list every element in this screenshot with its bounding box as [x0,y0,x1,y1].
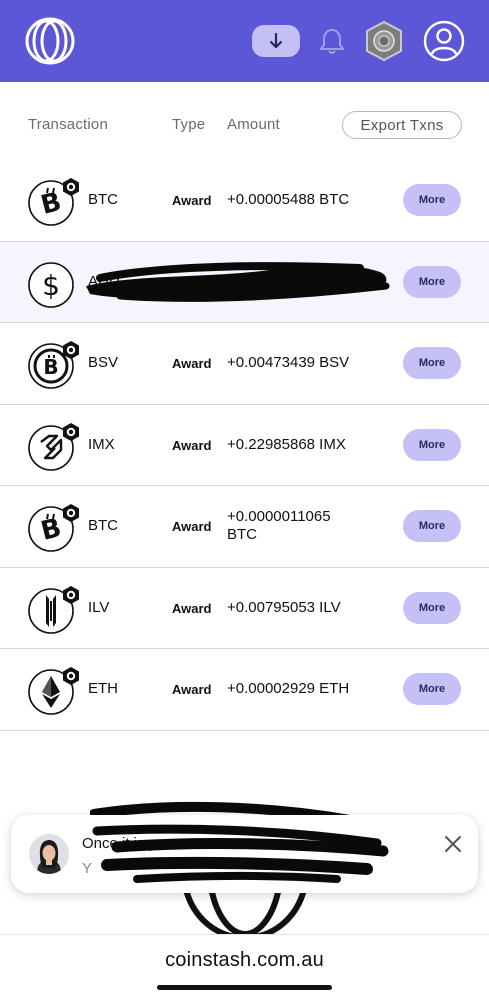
home-indicator[interactable] [157,985,332,990]
dollar-icon: $ [28,261,74,308]
top-bar [0,0,489,82]
coin-symbol: BTC [88,517,118,534]
transaction-amount: +0.22985868 IMX [227,435,346,453]
transaction-type: Award [172,356,212,371]
column-transaction: Transaction [28,116,109,133]
transaction-type: Award [172,437,212,453]
coin-symbol: ETH [88,680,118,697]
more-button[interactable]: More [403,347,461,379]
more-button[interactable]: More [403,673,461,705]
illuvium-icon [28,585,79,634]
immutable-x-icon [28,422,79,471]
transaction-amount: +0.00005488 BTC [227,191,350,208]
hex-badge-icon[interactable] [364,20,404,62]
profile-icon[interactable] [423,20,465,62]
more-button[interactable]: More [403,265,461,298]
export-txns-button[interactable]: Export Txns [342,111,462,139]
more-button[interactable]: More [403,428,461,461]
notification-toast[interactable]: Once it is pos Y [11,815,478,893]
close-icon[interactable] [441,832,465,856]
ethereum-icon [28,667,79,715]
redaction-scribble [86,261,390,302]
transaction-type: Award [172,193,212,208]
bitcoin-icon: B [28,178,79,226]
table-row[interactable]: B BSV Award +0.00473439 BSV More [0,323,489,405]
svg-text:B: B [43,355,58,379]
table-row[interactable]: ETH Award +0.00002929 ETH More [0,649,489,731]
coin-symbol: BTC [88,191,118,208]
more-button[interactable]: More [403,510,461,542]
table-row[interactable]: B BTC Award +0.00005488 BTC More [0,160,489,242]
download-button[interactable] [252,25,300,57]
transaction-type: Award [172,600,212,616]
coin-symbol: BSV [88,354,119,371]
coin-symbol: ILV [88,598,110,616]
svg-text:$: $ [42,269,60,302]
transaction-type: Award [172,519,212,534]
avatar [29,834,69,874]
bitcoin-icon: B [28,504,79,552]
transaction-type: Award [172,682,212,697]
logo-icon[interactable] [24,16,76,66]
column-amount: Amount [227,116,280,133]
coin-symbol: IMX [88,435,115,453]
table-header: Transaction Type Amount Export Txns [0,110,489,140]
bell-icon[interactable] [318,26,346,56]
transaction-amount: +0.00002929 ETH [227,680,350,697]
transaction-amount: +0.00795053 ILV [227,598,341,616]
redaction-scribble [92,824,389,883]
transaction-amount: +0.0000011065 BTC [227,508,331,543]
transaction-list: B BTC Award +0.00005488 BTC More $ AUD D… [0,160,489,731]
site-url[interactable]: coinstash.com.au [0,949,489,972]
bitcoin-sv-icon: B [28,341,79,389]
transaction-amount: +0.00473439 BSV [227,354,350,371]
column-type: Type [172,116,206,133]
more-button[interactable]: More [403,591,461,624]
more-button[interactable]: More [403,184,461,216]
table-row[interactable]: ILV Award +0.00795053 ILV More [0,567,489,649]
table-row[interactable]: $ AUD Deposit More [0,241,489,323]
table-row[interactable]: B BTC Award +0.0000011065 BTC More [0,486,489,568]
browser-url-bar[interactable]: coinstash.com.au [0,934,489,1000]
table-row[interactable]: IMX Award +0.22985868 IMX More [0,404,489,486]
download-icon [269,32,283,49]
